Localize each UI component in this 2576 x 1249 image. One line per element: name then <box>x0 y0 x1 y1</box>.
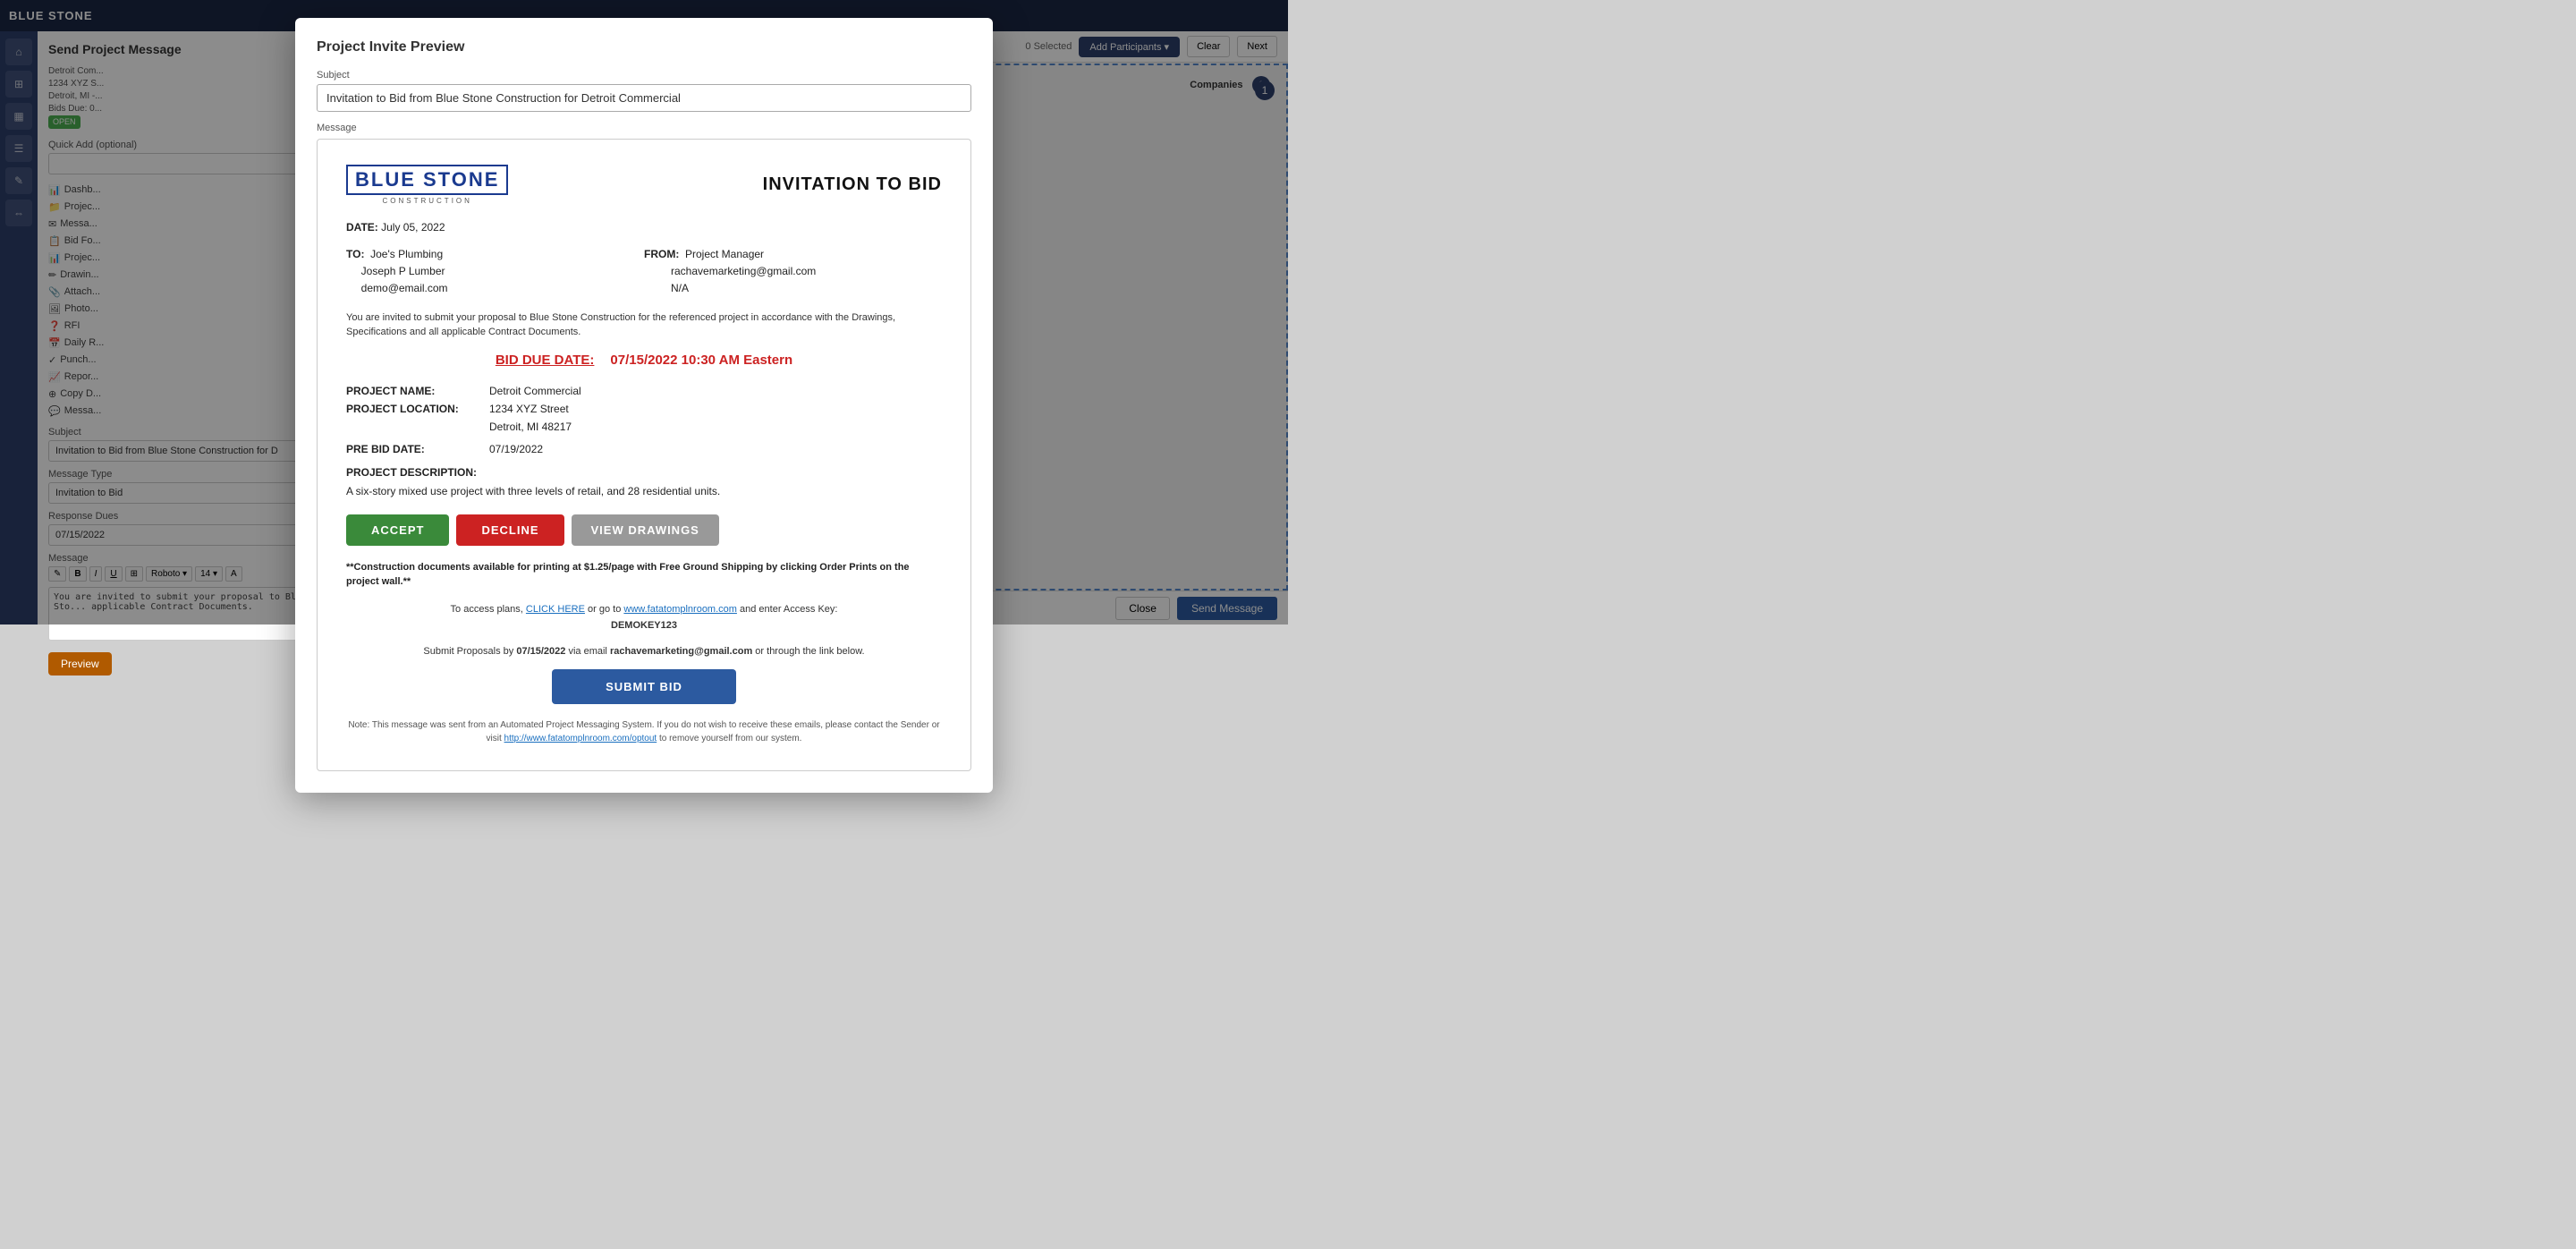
email-action-buttons: ACCEPT DECLINE VIEW DRAWINGS <box>346 514 942 546</box>
email-footer: Note: This message was sent from an Auto… <box>346 718 942 745</box>
date-label: DATE: <box>346 221 378 234</box>
project-name-key: PROJECT NAME: <box>346 382 480 400</box>
access-plans-text: To access plans, <box>451 604 523 615</box>
preview-button[interactable]: Preview <box>48 652 112 675</box>
access-enter-text: and enter Access Key: <box>740 604 837 615</box>
submit-proposals: Submit Proposals by 07/15/2022 via email… <box>346 646 942 657</box>
footer-end: to remove yourself from our system. <box>659 734 802 743</box>
from-line3: N/A <box>671 282 689 294</box>
click-here-link[interactable]: CLICK HERE <box>526 604 585 615</box>
from-line1: Project Manager <box>685 248 764 260</box>
email-body-text: You are invited to submit your proposal … <box>346 310 942 340</box>
modal-subject-input[interactable] <box>317 84 971 112</box>
email-date: DATE: July 05, 2022 <box>346 221 942 234</box>
project-location-val2: Detroit, MI 48217 <box>489 418 572 436</box>
to-line2: Joseph P Lumber <box>361 265 445 277</box>
project-details: PROJECT NAME: Detroit Commercial PROJECT… <box>346 382 942 500</box>
project-location-key: PROJECT LOCATION: <box>346 400 480 418</box>
from-line2: rachavemarketing@gmail.com <box>671 265 816 277</box>
submit-by-text: Submit Proposals by <box>423 646 513 657</box>
modal-message-label: Message <box>317 123 971 133</box>
to-line3: demo@email.com <box>361 282 448 294</box>
submit-link-text: or through the link below. <box>755 646 864 657</box>
view-drawings-button[interactable]: VIEW DRAWINGS <box>572 514 719 546</box>
project-name-val: Detroit Commercial <box>489 382 581 400</box>
bid-due-row: BID DUE DATE: 07/15/2022 10:30 AM Easter… <box>346 353 942 368</box>
access-plans: To access plans, CLICK HERE or go to www… <box>346 602 942 633</box>
from-label: FROM: <box>644 248 679 260</box>
submit-bid-row: SUBMIT BID <box>346 669 942 704</box>
project-location-val1: 1234 XYZ Street <box>489 400 569 418</box>
submit-bid-button[interactable]: SUBMIT BID <box>552 669 736 704</box>
pre-bid-date-key: PRE BID DATE: <box>346 440 480 458</box>
from-cell: FROM: Project Manager rachavemarketing@g… <box>644 246 942 298</box>
project-location-spacer <box>346 418 480 436</box>
invitation-title: INVITATION TO BID <box>763 174 942 195</box>
bid-due-value: 07/15/2022 10:30 AM Eastern <box>610 353 792 368</box>
access-key-value: DEMOKEY123 <box>346 618 942 634</box>
footer-link[interactable]: http://www.fatatomplnroom.com/optout <box>504 734 657 743</box>
pre-bid-date-val: 07/19/2022 <box>489 440 543 458</box>
submit-by-date: 07/15/2022 <box>516 646 565 657</box>
email-logo: BLUE STONE CONSTRUCTION <box>346 165 508 205</box>
print-notice-text: **Construction documents available for p… <box>346 562 910 588</box>
to-label: TO: <box>346 248 364 260</box>
bid-due-label: BID DUE DATE: <box>496 353 595 368</box>
logo-main-text: BLUE STONE <box>346 165 508 195</box>
project-desc-val: A six-story mixed use project with three… <box>346 485 720 497</box>
project-invite-modal: Project Invite Preview Subject Message B… <box>295 18 993 793</box>
modal-title: Project Invite Preview <box>317 39 971 55</box>
project-desc-label: PROJECT DESCRIPTION: <box>346 463 942 481</box>
date-value: July 05, 2022 <box>381 221 445 234</box>
to-cell: TO: Joe's Plumbing Joseph P Lumber demo@… <box>346 246 644 298</box>
print-notice: **Construction documents available for p… <box>346 560 942 590</box>
decline-button[interactable]: DECLINE <box>456 514 564 546</box>
logo-sub-text: CONSTRUCTION <box>346 197 508 205</box>
modal-overlay: Project Invite Preview Subject Message B… <box>0 0 1288 624</box>
to-line1: Joe's Plumbing <box>370 248 443 260</box>
accept-button[interactable]: ACCEPT <box>346 514 449 546</box>
access-or-text: or go to <box>588 604 621 615</box>
email-header: BLUE STONE CONSTRUCTION INVITATION TO BI… <box>346 165 942 205</box>
to-from-section: TO: Joe's Plumbing Joseph P Lumber demo@… <box>346 246 942 298</box>
submit-email: rachavemarketing@gmail.com <box>610 646 752 657</box>
email-preview: BLUE STONE CONSTRUCTION INVITATION TO BI… <box>317 139 971 771</box>
submit-via-text: via email <box>568 646 606 657</box>
modal-subject-label: Subject <box>317 70 971 81</box>
access-url-link[interactable]: www.fatatomplnroom.com <box>623 604 737 615</box>
